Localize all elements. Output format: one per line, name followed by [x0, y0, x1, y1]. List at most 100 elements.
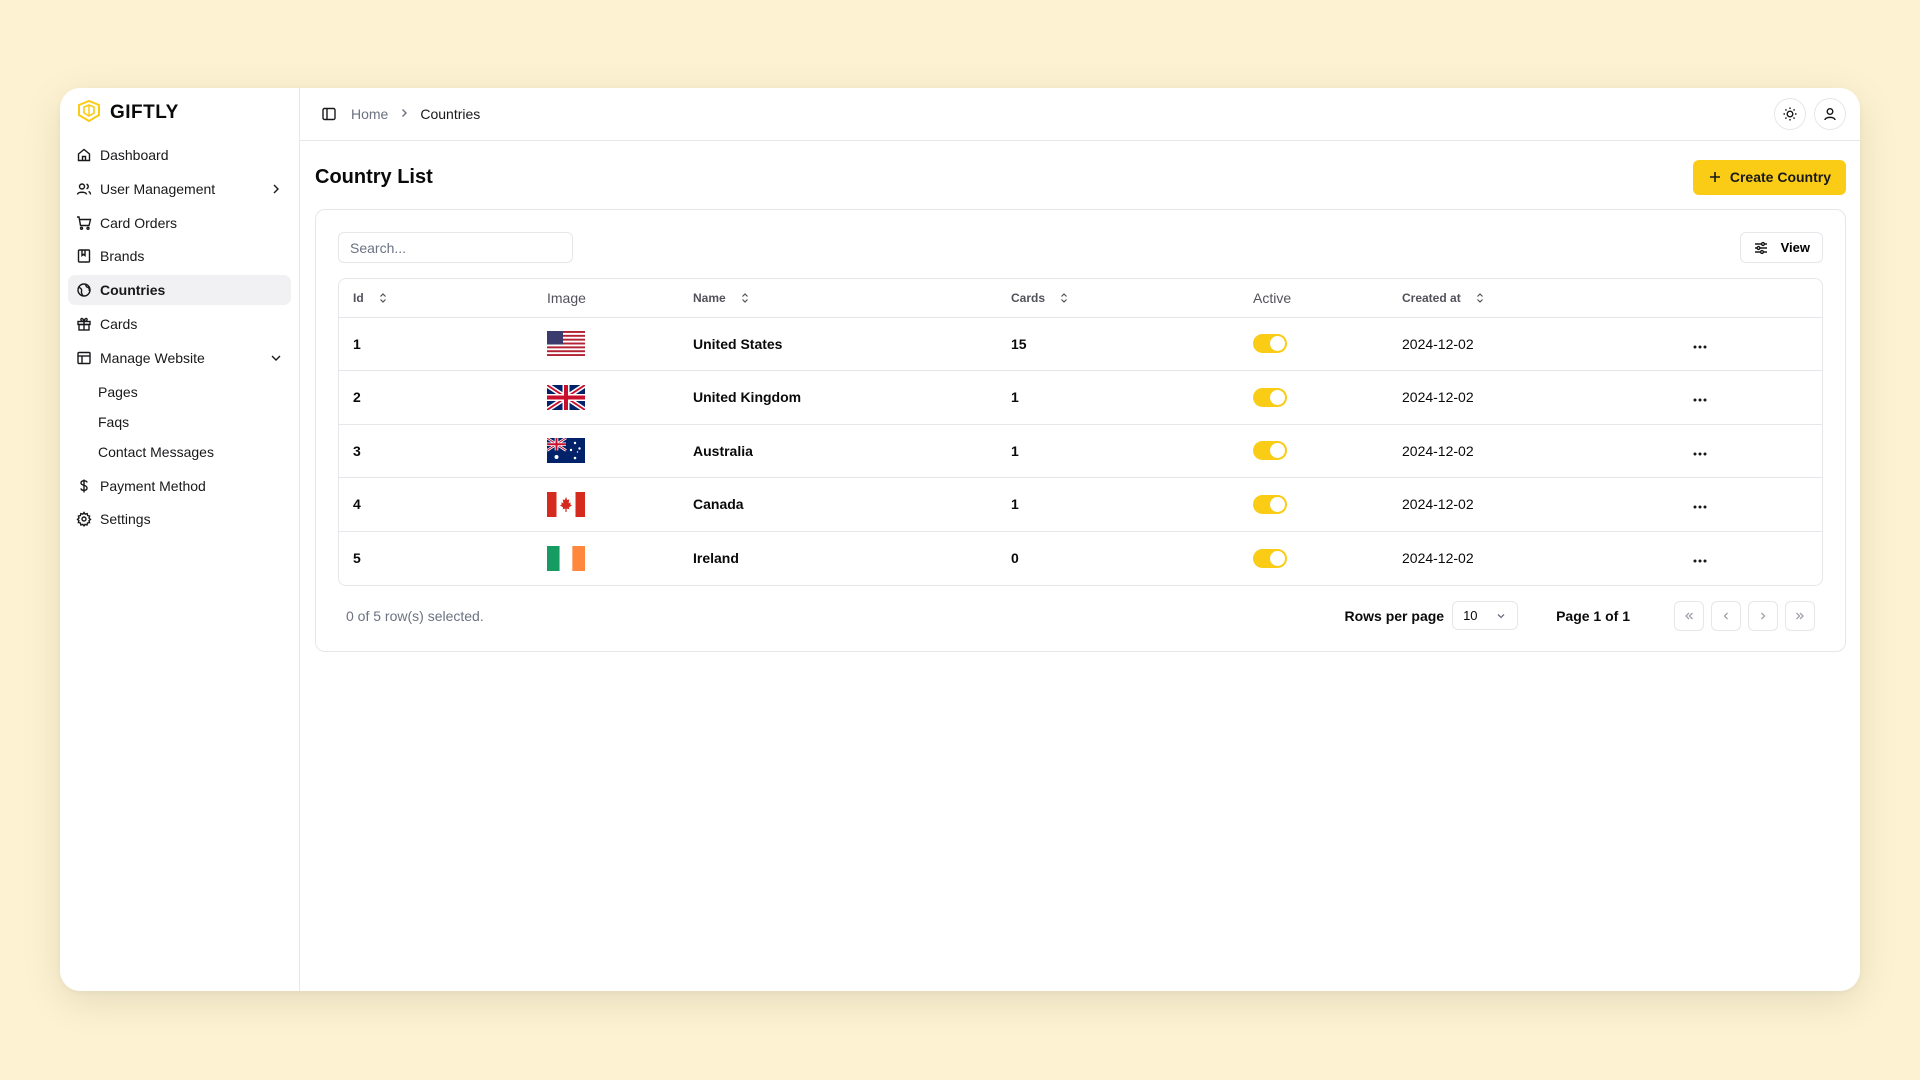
cell-created-at: 2024-12-02 [1388, 477, 1678, 532]
giftly-logo-icon [76, 99, 102, 128]
first-page-button[interactable] [1674, 600, 1704, 631]
topbar: Home Countries [300, 88, 1860, 141]
sidebar-item-label: Countries [100, 282, 166, 299]
cell-cards: 0 [1011, 550, 1019, 566]
table-row: 4 Canada 1 2024-12-02 [339, 477, 1822, 532]
cell-image [533, 531, 679, 585]
chevron-down-icon [269, 351, 283, 365]
sidebar-subitem-faqs[interactable]: Faqs [68, 407, 291, 437]
table-row: 5 Ireland 0 2024-12-02 [339, 531, 1822, 585]
sidebar-item-manage-website[interactable]: Manage Website [68, 343, 291, 373]
sliders-icon [1753, 240, 1769, 256]
next-page-button[interactable] [1748, 600, 1778, 631]
column-header-id[interactable]: Id [339, 279, 533, 318]
sidebar-subitem-pages[interactable]: Pages [68, 377, 291, 407]
more-actions-icon[interactable] [1692, 398, 1708, 402]
cell-image [533, 317, 679, 371]
cell-active [1239, 370, 1388, 425]
cell-name: Ireland [693, 550, 739, 566]
ireland-flag-icon [547, 545, 585, 571]
create-country-button[interactable]: Create Country [1692, 159, 1846, 195]
more-actions-icon[interactable] [1692, 559, 1708, 563]
column-header-cards[interactable]: Cards [997, 279, 1239, 318]
sidebar-item-payment-method[interactable]: Payment Method [68, 471, 291, 501]
user-menu-button[interactable] [1814, 98, 1846, 130]
sidebar-item-brands[interactable]: Brands [68, 241, 291, 271]
cell-active [1239, 424, 1388, 478]
cell-id: 1 [339, 317, 533, 371]
breadcrumb-home[interactable]: Home [351, 106, 388, 122]
sidebar-item-settings[interactable]: Settings [68, 504, 291, 534]
sort-icon [740, 292, 750, 304]
rows-per-page-value: 10 [1463, 608, 1478, 623]
active-toggle[interactable] [1253, 334, 1287, 354]
country-table: Id Image Name Cards Active Created at 1 … [338, 278, 1823, 586]
us-flag-icon [547, 331, 585, 357]
rows-per-page-select[interactable]: 10 [1452, 601, 1519, 630]
create-country-label: Create Country [1729, 169, 1831, 185]
breadcrumb: Home Countries [351, 106, 480, 122]
uk-flag-icon [547, 384, 585, 410]
sun-icon [1782, 106, 1798, 122]
view-options-button[interactable]: View [1739, 232, 1823, 263]
brand-logo[interactable]: GIFTLY [68, 98, 291, 128]
australia-flag-icon [547, 438, 585, 464]
cell-actions [1678, 477, 1822, 532]
column-header-actions [1678, 279, 1822, 318]
cell-name: United Kingdom [679, 370, 997, 425]
table-header-row: Id Image Name Cards Active Created at [339, 279, 1822, 318]
brand-name: GIFTLY [110, 102, 179, 123]
sidebar-item-label: Cards [100, 315, 138, 332]
page-title: Country List [315, 165, 433, 188]
sidebar-toggle-icon[interactable] [321, 106, 337, 122]
canada-flag-icon [547, 491, 585, 517]
cell-image [533, 424, 679, 478]
sidebar-item-countries[interactable]: Countries [68, 275, 291, 306]
breadcrumb-current: Countries [420, 106, 481, 122]
last-page-button[interactable] [1785, 600, 1815, 631]
page-indicator: Page 1 of 1 [1556, 607, 1630, 624]
chevrons-right-icon [1794, 610, 1806, 622]
bookmark-book-icon [76, 248, 92, 264]
sidebar-item-label: Dashboard [100, 147, 169, 163]
cell-created-at: 2024-12-02 [1388, 370, 1678, 425]
more-actions-icon[interactable] [1692, 505, 1708, 509]
search-input[interactable] [338, 232, 573, 263]
cell-id: 4 [339, 477, 533, 532]
active-toggle[interactable] [1253, 387, 1287, 407]
cell-active [1239, 531, 1388, 585]
active-toggle[interactable] [1253, 494, 1287, 514]
cell-created-at: 2024-12-02 [1402, 550, 1474, 566]
sidebar-subitem-contact-messages[interactable]: Contact Messages [68, 437, 291, 467]
table-footer: 0 of 5 row(s) selected. Rows per page 10… [338, 586, 1823, 646]
table-row: 1 United States 15 2024-12-02 [339, 317, 1822, 371]
home-icon [76, 147, 92, 163]
more-actions-icon[interactable] [1692, 345, 1708, 349]
previous-page-button[interactable] [1711, 600, 1741, 631]
sidebar-item-user-management[interactable]: User Management [68, 174, 291, 204]
chevron-left-icon [1720, 610, 1732, 622]
more-actions-icon[interactable] [1692, 452, 1708, 456]
table-row: 2 United Kingdom 1 2024-12-02 [339, 370, 1822, 425]
view-label: View [1780, 240, 1810, 255]
column-header-image: Image [533, 279, 679, 318]
cell-name: United States [679, 317, 997, 371]
sidebar-item-cards[interactable]: Cards [68, 309, 291, 339]
cell-active [1239, 317, 1388, 371]
theme-toggle-button[interactable] [1774, 98, 1806, 130]
sidebar-item-card-orders[interactable]: Card Orders [68, 208, 291, 238]
globe-icon [76, 282, 92, 298]
main-area: Home Countries Country List Create Count… [300, 88, 1860, 991]
column-header-label: Cards [1011, 290, 1046, 305]
active-toggle[interactable] [1253, 441, 1287, 461]
sort-icon [1475, 292, 1485, 304]
sidebar-item-dashboard[interactable]: Dashboard [68, 140, 291, 170]
column-header-name[interactable]: Name [679, 279, 997, 318]
dollar-icon [76, 478, 92, 494]
sort-icon [378, 292, 388, 304]
cell-image [533, 477, 679, 532]
active-toggle[interactable] [1253, 548, 1287, 568]
column-header-label: Name [693, 290, 726, 305]
country-table-card: View Id Image Name Cards [315, 209, 1846, 652]
column-header-created-at[interactable]: Created at [1388, 279, 1678, 318]
